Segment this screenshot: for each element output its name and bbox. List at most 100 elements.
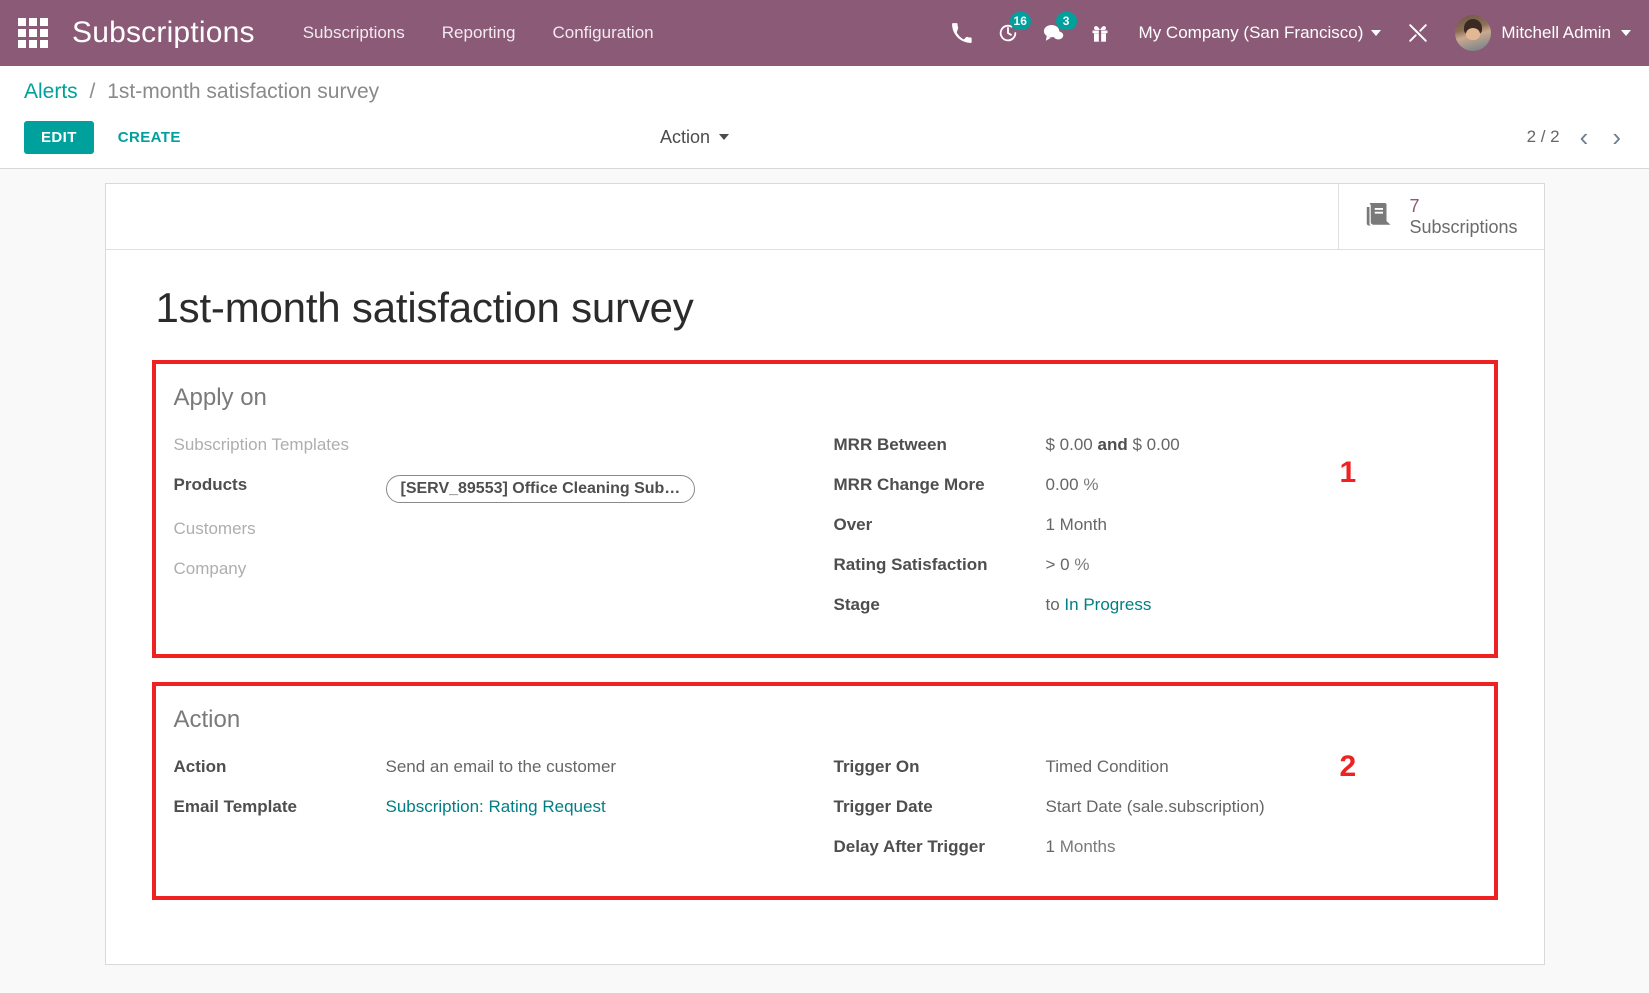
sheet-body: 1st-month satisfaction survey Apply on S… bbox=[106, 250, 1544, 964]
avatar bbox=[1455, 15, 1491, 51]
breadcrumb-separator: / bbox=[90, 80, 96, 103]
activity-clock-icon[interactable]: 16 bbox=[985, 10, 1031, 56]
field-value-mrr-change-more: 0.00 % bbox=[1046, 472, 1099, 495]
form-view-area: 7 Subscriptions 1st-month satisfaction s… bbox=[0, 169, 1649, 993]
product-tag[interactable]: [SERV_89553] Office Cleaning Sub… bbox=[386, 475, 696, 503]
field-rating-satisfaction: Rating Satisfaction > 0 % bbox=[834, 552, 1470, 585]
field-value-over[interactable]: 1 Month bbox=[1046, 512, 1107, 535]
app-brand-title[interactable]: Subscriptions bbox=[72, 16, 255, 50]
field-value-action[interactable]: Send an email to the customer bbox=[386, 754, 617, 777]
gift-icon[interactable] bbox=[1077, 10, 1123, 56]
mrr-between-to[interactable]: $ 0.00 bbox=[1132, 435, 1179, 454]
field-subscription-templates: Subscription Templates bbox=[174, 432, 822, 465]
chevron-down-icon bbox=[1621, 30, 1631, 36]
field-over: Over 1 Month bbox=[834, 512, 1470, 545]
field-value-products: [SERV_89553] Office Cleaning Sub… bbox=[386, 472, 696, 509]
field-label-over: Over bbox=[834, 512, 1046, 535]
action-group-wrapper: Action Action Send an email to the custo… bbox=[152, 682, 1498, 900]
apply-on-right-column: MRR Between $ 0.00 and $ 0.00 MRR Change… bbox=[822, 432, 1470, 632]
field-delay-after-trigger: Delay After Trigger 1 Months bbox=[834, 834, 1470, 867]
create-button[interactable]: CREATE bbox=[102, 121, 197, 154]
field-label-email-template: Email Template bbox=[174, 794, 386, 817]
field-label-action: Action bbox=[174, 754, 386, 777]
rating-unit: % bbox=[1074, 555, 1089, 574]
field-trigger-date: Trigger Date Start Date (sale.subscripti… bbox=[834, 794, 1470, 827]
pager-previous-button[interactable]: ‹ bbox=[1576, 124, 1593, 150]
rating-value[interactable]: 0 bbox=[1060, 555, 1069, 574]
stage-value-link[interactable]: In Progress bbox=[1064, 595, 1151, 614]
field-label-products: Products bbox=[174, 472, 386, 495]
field-label-mrr-between: MRR Between bbox=[834, 432, 1046, 455]
menu-item-reporting[interactable]: Reporting bbox=[440, 17, 518, 49]
breadcrumb-item-alerts[interactable]: Alerts bbox=[24, 80, 78, 103]
company-selector[interactable]: My Company (San Francisco) bbox=[1139, 23, 1382, 43]
apply-on-group-wrapper: Apply on Subscription Templates Products bbox=[152, 360, 1498, 658]
field-mrr-between: MRR Between $ 0.00 and $ 0.00 bbox=[834, 432, 1470, 465]
field-email-template: Email Template Subscription: Rating Requ… bbox=[174, 794, 822, 827]
wrench-screwdriver-icon[interactable] bbox=[1395, 10, 1441, 56]
menu-item-subscriptions[interactable]: Subscriptions bbox=[301, 17, 407, 49]
book-icon bbox=[1363, 199, 1395, 234]
navbar-right-cluster: 16 3 My Company (San Francisco) bbox=[939, 10, 1631, 56]
stat-button-label: Subscriptions bbox=[1409, 217, 1517, 237]
field-label-company: Company bbox=[174, 556, 386, 579]
pager-next-button[interactable]: › bbox=[1608, 124, 1625, 150]
field-products: Products [SERV_89553] Office Cleaning Su… bbox=[174, 472, 822, 509]
field-value-trigger-date[interactable]: Start Date (sale.subscription) bbox=[1046, 794, 1265, 817]
apply-on-group-title: Apply on bbox=[174, 384, 1470, 412]
annotation-number-1: 1 bbox=[1340, 456, 1357, 490]
stat-button-text: 7 Subscriptions bbox=[1409, 196, 1517, 236]
mrr-change-unit: % bbox=[1083, 475, 1098, 494]
messages-badge: 3 bbox=[1056, 12, 1077, 30]
action-columns: Action Send an email to the customer Ema… bbox=[174, 754, 1470, 874]
field-value-delay-after-trigger: 1 Months bbox=[1046, 834, 1116, 857]
field-mrr-change-more: MRR Change More 0.00 % bbox=[834, 472, 1470, 505]
mrr-change-value[interactable]: 0.00 bbox=[1046, 475, 1079, 494]
field-trigger-on: Trigger On Timed Condition bbox=[834, 754, 1470, 787]
mrr-between-from[interactable]: $ 0.00 bbox=[1046, 435, 1093, 454]
chevron-down-icon bbox=[1371, 30, 1381, 36]
menu-item-configuration[interactable]: Configuration bbox=[550, 17, 655, 49]
field-label-mrr-change-more: MRR Change More bbox=[834, 472, 1046, 495]
field-label-rating-satisfaction: Rating Satisfaction bbox=[834, 552, 1046, 575]
apply-on-group: Apply on Subscription Templates Products bbox=[152, 360, 1498, 658]
user-menu[interactable]: Mitchell Admin bbox=[1455, 15, 1631, 51]
apply-on-left-column: Subscription Templates Products [SERV_89… bbox=[174, 432, 822, 632]
messages-icon[interactable]: 3 bbox=[1031, 10, 1077, 56]
edit-button[interactable]: EDIT bbox=[24, 121, 94, 154]
action-group-title: Action bbox=[174, 706, 1470, 734]
action-left-column: Action Send an email to the customer Ema… bbox=[174, 754, 822, 874]
field-value-trigger-on[interactable]: Timed Condition bbox=[1046, 754, 1169, 777]
field-action: Action Send an email to the customer bbox=[174, 754, 822, 787]
action-dropdown-label: Action bbox=[660, 127, 710, 148]
email-template-link[interactable]: Subscription: Rating Request bbox=[386, 797, 606, 816]
activity-badge: 16 bbox=[1010, 12, 1031, 30]
field-label-trigger-date: Trigger Date bbox=[834, 794, 1046, 817]
breadcrumb: Alerts / 1st-month satisfaction survey bbox=[24, 80, 1625, 104]
field-label-stage: Stage bbox=[834, 592, 1046, 615]
chevron-down-icon bbox=[719, 134, 729, 140]
page-title: 1st-month satisfaction survey bbox=[156, 284, 1498, 332]
field-customers: Customers bbox=[174, 516, 822, 549]
apps-grid-icon[interactable] bbox=[16, 16, 50, 50]
stage-prefix: to bbox=[1046, 595, 1060, 614]
user-name: Mitchell Admin bbox=[1501, 23, 1611, 43]
pager: 2 / 2 ‹ › bbox=[1527, 124, 1625, 150]
rating-operator[interactable]: > bbox=[1046, 555, 1056, 574]
field-label-subscription-templates: Subscription Templates bbox=[174, 432, 386, 455]
annotation-number-2: 2 bbox=[1340, 750, 1357, 784]
main-menu: Subscriptions Reporting Configuration bbox=[301, 17, 656, 49]
mrr-between-and: and bbox=[1098, 435, 1128, 454]
control-panel: Alerts / 1st-month satisfaction survey E… bbox=[0, 66, 1649, 169]
company-name: My Company (San Francisco) bbox=[1139, 23, 1364, 43]
delay-value[interactable]: 1 bbox=[1046, 837, 1055, 856]
action-right-column: Trigger On Timed Condition Trigger Date … bbox=[822, 754, 1470, 874]
control-panel-buttons: EDIT CREATE Action 2 / 2 ‹ › bbox=[24, 118, 1625, 156]
field-company: Company bbox=[174, 556, 822, 589]
field-value-stage: to In Progress bbox=[1046, 592, 1152, 615]
stat-button-subscriptions[interactable]: 7 Subscriptions bbox=[1338, 184, 1543, 249]
action-dropdown[interactable]: Action bbox=[660, 127, 729, 148]
phone-icon[interactable] bbox=[939, 10, 985, 56]
form-sheet: 7 Subscriptions 1st-month satisfaction s… bbox=[105, 183, 1545, 965]
top-navbar: Subscriptions Subscriptions Reporting Co… bbox=[0, 0, 1649, 66]
